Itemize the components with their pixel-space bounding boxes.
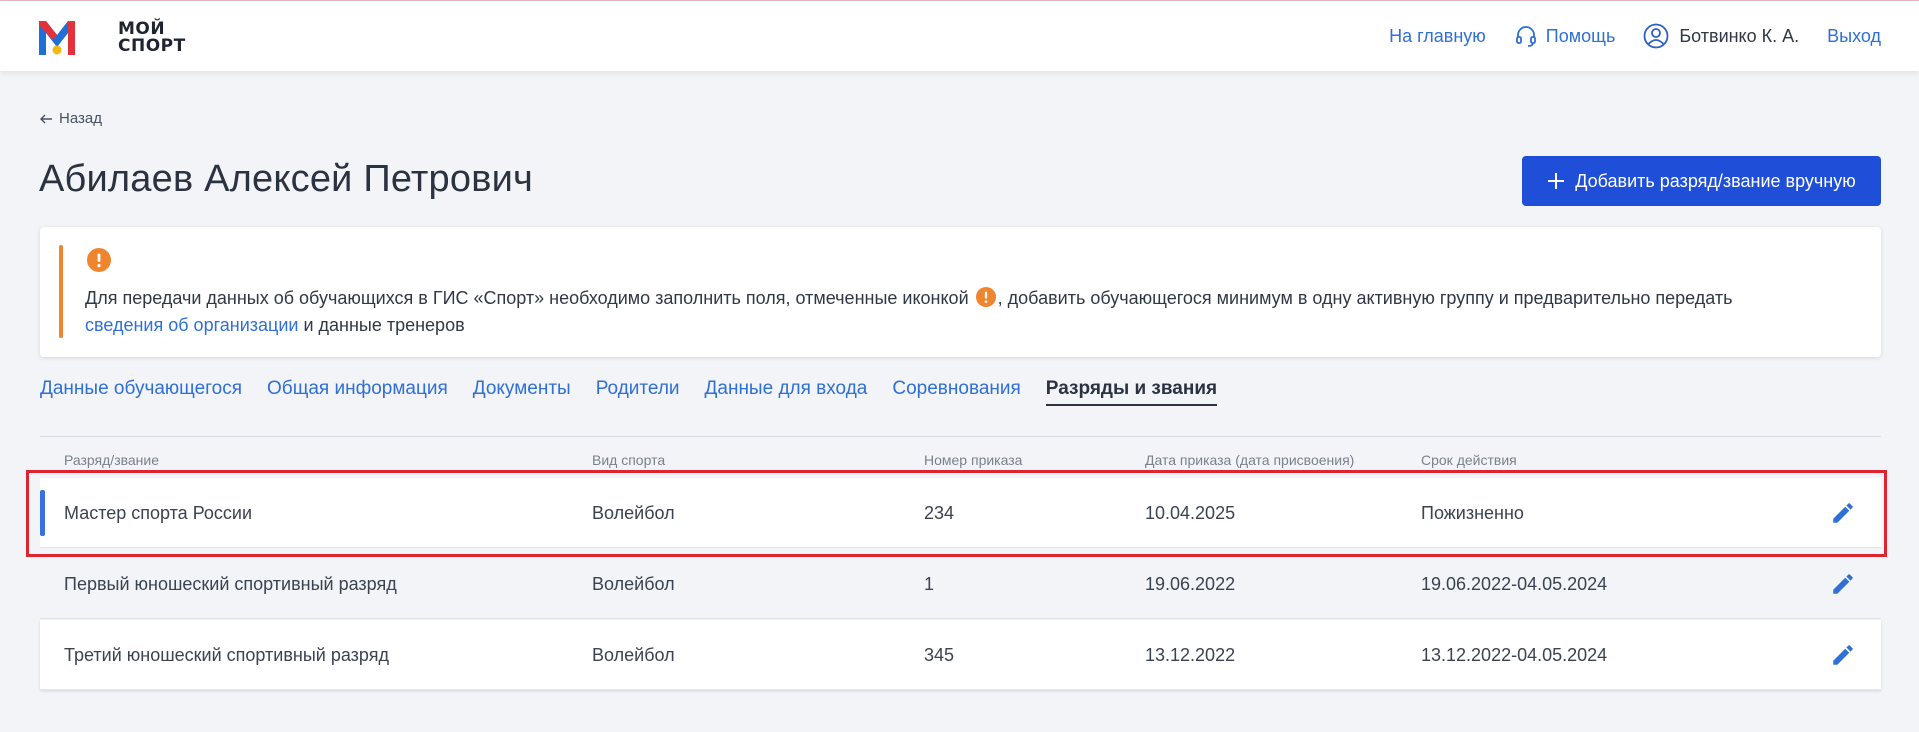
column-header-rank: Разряд/звание (64, 452, 160, 468)
app-logo[interactable]: МОЙ СПОРТ (39, 19, 185, 59)
column-header-validity: Срок действия (1421, 452, 1517, 468)
tab-documents[interactable]: Документы (473, 378, 571, 406)
tab-competitions[interactable]: Соревнования (892, 378, 1020, 406)
logo-text: МОЙ СПОРТ (118, 19, 186, 56)
organization-info-link[interactable]: сведения об организации (85, 315, 298, 335)
tab-login-data[interactable]: Данные для входа (705, 378, 868, 406)
arrow-left-icon (40, 114, 52, 123)
column-header-sport: Вид спорта (592, 452, 666, 468)
tab-general-info[interactable]: Общая информация (267, 378, 448, 406)
column-header-order-date: Дата приказа (дата присвоения) (1145, 452, 1355, 468)
back-link[interactable]: Назад (40, 110, 102, 127)
notice-text: Для передачи данных об обучающихся в ГИС… (85, 287, 1733, 335)
user-avatar-icon (1643, 23, 1669, 49)
cell-order-number: 234 (924, 503, 955, 523)
page-title: Абилаев Алексей Петрович (39, 158, 534, 200)
gis-sport-notice: Для передачи данных об обучающихся в ГИС… (40, 227, 1881, 357)
cell-validity: Пожизненно (1421, 503, 1524, 523)
logout-link[interactable]: Выход (1827, 26, 1881, 47)
cell-order-number: 345 (924, 645, 955, 665)
headset-icon (1515, 26, 1536, 47)
column-header-order-number: Номер приказа (924, 452, 1023, 468)
table-header: Разряд/звание Вид спорта Номер приказа Д… (40, 452, 1881, 472)
plus-icon (1548, 173, 1565, 189)
edit-pencil-icon[interactable] (1830, 500, 1856, 526)
top-nav: На главную Помощь Ботвинко К. А. Выход (1389, 1, 1881, 71)
cell-sport: Волейбол (592, 503, 675, 523)
tab-ranks-titles[interactable]: Разряды и звания (1045, 378, 1218, 406)
help-link[interactable]: Помощь (1514, 24, 1615, 48)
table-row[interactable]: Третий юношеский спортивный разряд Волей… (40, 620, 1881, 690)
add-rank-button[interactable]: Добавить разряд/звание вручную (1522, 156, 1881, 206)
edit-pencil-icon[interactable] (1830, 571, 1856, 597)
user-menu[interactable]: Ботвинко К. А. (1643, 23, 1799, 49)
cell-rank: Мастер спорта России (64, 503, 253, 523)
cell-rank: Первый юношеский спортивный разряд (64, 574, 397, 594)
app-header: МОЙ СПОРТ На главную Помощь Ботвинко К. … (0, 1, 1919, 71)
inline-warning-icon (975, 287, 996, 307)
edit-pencil-icon[interactable] (1830, 642, 1856, 668)
tab-parents[interactable]: Родители (596, 378, 680, 406)
notice-accent-bar (59, 245, 63, 338)
home-link[interactable]: На главную (1389, 26, 1486, 47)
cell-order-number: 1 (924, 574, 935, 594)
cell-order-date: 10.04.2025 (1145, 503, 1236, 523)
logo-m-icon (39, 21, 75, 55)
cell-validity: 19.06.2022-04.05.2024 (1421, 574, 1608, 594)
cell-order-date: 19.06.2022 (1145, 574, 1236, 594)
row-selected-indicator (40, 490, 45, 536)
cell-sport: Волейбол (592, 645, 675, 665)
profile-tabs: Данные обучающегося Общая информация Док… (40, 378, 1218, 406)
cell-rank: Третий юношеский спортивный разряд (64, 645, 389, 665)
warning-icon (87, 248, 111, 272)
tabs-divider (40, 436, 1881, 437)
cell-sport: Волейбол (592, 574, 675, 594)
tab-student-data[interactable]: Данные обучающегося (40, 378, 242, 406)
cell-validity: 13.12.2022-04.05.2024 (1421, 645, 1608, 665)
cell-order-date: 13.12.2022 (1145, 645, 1236, 665)
table-row[interactable]: Мастер спорта России Волейбол 234 10.04.… (40, 478, 1881, 548)
table-row[interactable]: Первый юношеский спортивный разряд Волей… (40, 549, 1881, 619)
